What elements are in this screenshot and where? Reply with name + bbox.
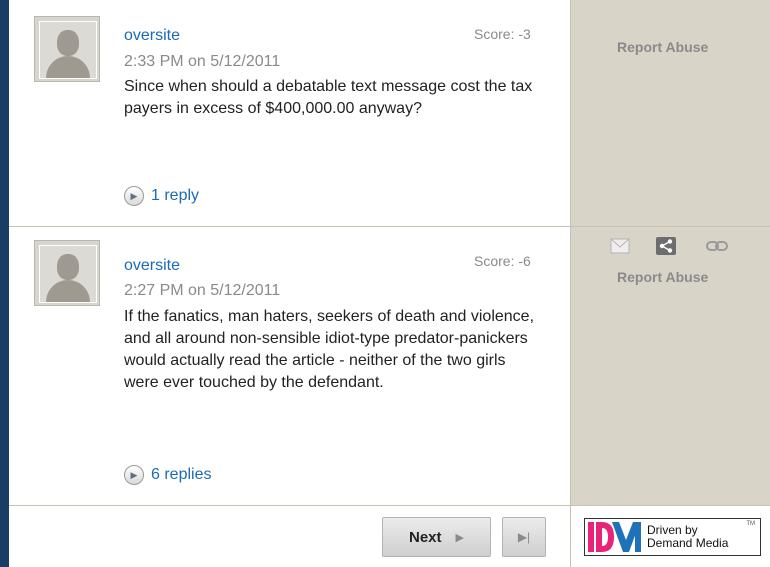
comment-author-link[interactable]: oversite <box>124 27 180 45</box>
trademark: TM <box>746 521 755 527</box>
left-accent-bar <box>0 0 9 567</box>
avatar[interactable] <box>34 16 100 82</box>
dm-logo-icon <box>588 522 641 552</box>
share-icon[interactable] <box>656 237 676 255</box>
comment-timestamp: 2:27 PM on 5/12/2011 <box>124 282 281 299</box>
next-label: Next <box>409 528 442 546</box>
footer-separator <box>9 505 770 506</box>
avatar[interactable] <box>34 240 100 306</box>
report-abuse-link[interactable]: Report Abuse <box>617 269 708 285</box>
email-icon[interactable] <box>610 238 630 254</box>
comment-score: Score: -6 <box>474 253 531 269</box>
demand-media-mark <box>588 522 643 552</box>
logo-line-2: Demand Media <box>647 536 729 550</box>
comment-timestamp: 2:33 PM on 5/12/2011 <box>124 53 281 70</box>
comment-author-link[interactable]: oversite <box>124 257 180 275</box>
demand-media-logo[interactable]: Driven by Demand Media TM <box>584 518 761 556</box>
play-arrow-icon: ▶ <box>455 531 464 544</box>
replies-toggle[interactable]: ▶ 6 replies <box>124 465 211 485</box>
comment-score: Score: -3 <box>474 26 531 42</box>
skip-to-end-icon: ▶| <box>517 530 531 544</box>
replies-toggle[interactable]: ▶ 1 reply <box>124 186 199 206</box>
report-abuse-link[interactable]: Report Abuse <box>617 39 708 55</box>
expand-replies-icon: ▶ <box>124 186 144 206</box>
replies-count: 1 reply <box>151 187 200 204</box>
comment-text: Since when should a debatable text messa… <box>124 78 533 117</box>
comment-text: If the fanatics, man haters, seekers of … <box>124 308 535 391</box>
expand-replies-icon: ▶ <box>124 465 144 485</box>
replies-count: 6 replies <box>151 466 212 483</box>
last-page-button[interactable]: ▶| <box>502 517 546 557</box>
demand-media-text: Driven by Demand Media <box>647 524 728 550</box>
sidebar-divider <box>570 0 571 567</box>
link-icon[interactable] <box>706 240 728 252</box>
next-page-button[interactable]: Next ▶ <box>382 517 491 557</box>
comment-separator <box>9 226 770 227</box>
